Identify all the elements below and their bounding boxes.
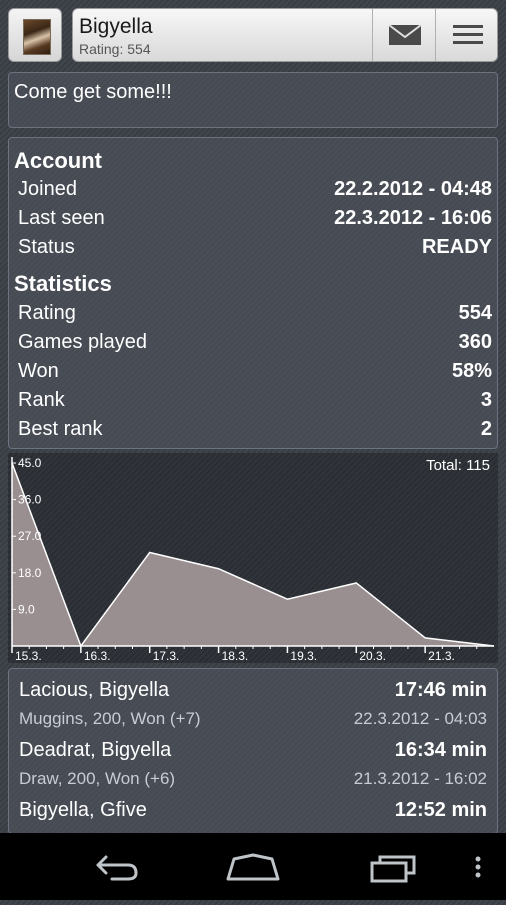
row-value: 3 — [480, 389, 492, 411]
recents-icon — [370, 855, 416, 883]
account-title: Account — [14, 148, 102, 173]
back-icon — [96, 855, 138, 881]
x-tick-label: 16.3. — [84, 649, 111, 663]
game-duration: 17:46 min — [394, 679, 487, 701]
game-item[interactable]: Deadrat, Bigyella 16:34 min Draw, 200, W… — [19, 739, 487, 795]
y-tick-label: 36.0 — [18, 493, 42, 507]
avatar-button[interactable] — [8, 8, 62, 62]
status-message-panel: Come get some!!! — [8, 72, 498, 128]
x-tick-label: 21.3. — [428, 649, 455, 663]
menu-button[interactable] — [435, 9, 497, 61]
row-value: 2 — [480, 418, 492, 440]
game-players: Lacious, Bigyella — [19, 679, 170, 701]
x-tick-label: 18.3. — [222, 649, 249, 663]
game-duration: 12:52 min — [394, 799, 487, 821]
game-players: Deadrat, Bigyella — [19, 739, 172, 761]
status-row: Status READY — [18, 236, 492, 262]
y-tick-label: 45.0 — [18, 456, 42, 470]
row-value: 58% — [451, 360, 492, 382]
home-icon — [226, 853, 280, 881]
row-label: Last seen — [18, 207, 105, 229]
game-detail: Muggins, 200, Won (+7) — [19, 709, 201, 728]
overflow-icon — [475, 856, 481, 878]
row-value: 360 — [458, 331, 492, 353]
row-value: 554 — [458, 302, 492, 324]
mail-icon — [388, 24, 422, 45]
row-label: Games played — [18, 331, 147, 353]
x-tick-label: 17.3. — [153, 649, 180, 663]
row-value: 22.3.2012 - 16:06 — [334, 207, 492, 229]
row-value: READY — [421, 236, 492, 258]
back-button[interactable] — [70, 833, 156, 900]
last-seen-row: Last seen 22.3.2012 - 16:06 — [18, 207, 492, 233]
player-rating: Rating: 554 — [79, 41, 151, 57]
game-duration: 16:34 min — [394, 739, 487, 761]
game-item[interactable]: Lacious, Bigyella 17:46 min Muggins, 200… — [19, 679, 487, 735]
account-panel: Account Joined 22.2.2012 - 04:48 Last se… — [8, 137, 498, 449]
row-label: Best rank — [18, 418, 103, 440]
joined-row: Joined 22.2.2012 - 04:48 — [18, 178, 492, 204]
won-row: Won 58% — [18, 360, 492, 386]
y-tick-label: 27.0 — [18, 529, 42, 543]
row-label: Won — [18, 360, 59, 382]
chart-total: Total: 115 — [426, 457, 490, 474]
row-label: Rating — [18, 302, 76, 324]
game-detail: Draw, 200, Won (+6) — [19, 769, 176, 788]
game-item[interactable]: Bigyella, Gfive 12:52 min — [19, 799, 487, 833]
games-list: Lacious, Bigyella 17:46 min Muggins, 200… — [8, 668, 498, 834]
row-label: Status — [18, 236, 75, 258]
x-tick-label: 15.3. — [15, 649, 42, 663]
y-tick-label: 18.0 — [18, 566, 42, 580]
chart-svg: 45.0 36.0 27.0 18.0 9.0 15.3. 16.3. 17.3. 18.3. 1… — [11, 456, 495, 663]
player-name: Bigyella — [79, 15, 153, 38]
rating-chart: 45.0 36.0 27.0 18.0 9.0 15.3. 16.3. 17.3. 18.3. 1… — [8, 453, 498, 663]
status-message: Come get some!!! — [14, 81, 172, 103]
game-date: 22.3.2012 - 04:03 — [353, 709, 487, 728]
x-tick-label: 20.3. — [359, 649, 386, 663]
recents-button[interactable] — [350, 833, 436, 900]
rating-row: Rating 554 — [18, 302, 492, 328]
games-played-row: Games played 360 — [18, 331, 492, 357]
system-navigation-bar — [0, 833, 506, 900]
profile-header: Bigyella Rating: 554 — [72, 8, 498, 62]
avatar — [23, 19, 51, 55]
game-players: Bigyella, Gfive — [19, 799, 147, 821]
overflow-button[interactable] — [466, 833, 496, 900]
chart-area — [12, 463, 494, 646]
mail-button[interactable] — [372, 9, 436, 61]
statistics-title: Statistics — [14, 271, 112, 296]
game-date: 21.3.2012 - 16:02 — [353, 769, 487, 788]
row-label: Joined — [18, 178, 77, 200]
x-tick-label: 19.3. — [290, 649, 317, 663]
menu-icon — [453, 25, 483, 44]
home-button[interactable] — [210, 833, 296, 900]
best-rank-row: Best rank 2 — [18, 418, 492, 444]
row-value: 22.2.2012 - 04:48 — [334, 178, 492, 200]
rank-row: Rank 3 — [18, 389, 492, 415]
row-label: Rank — [18, 389, 65, 411]
y-tick-label: 9.0 — [18, 602, 35, 616]
